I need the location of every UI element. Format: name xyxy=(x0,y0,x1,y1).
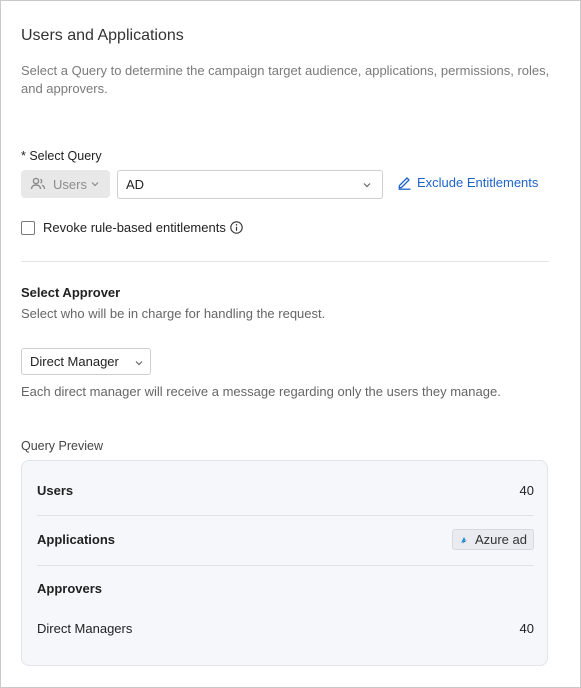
azure-logo-icon xyxy=(459,535,469,545)
users-applications-panel: Users and Applications Select a Query to… xyxy=(0,0,581,688)
preview-direct-managers-count: 40 xyxy=(519,621,534,636)
select-query-label: * Select Query xyxy=(21,149,102,163)
query-type-value: Users xyxy=(53,176,87,192)
query-select[interactable]: AD xyxy=(117,170,383,199)
application-chip-label: Azure ad xyxy=(474,532,527,547)
users-icon xyxy=(30,176,46,192)
info-icon[interactable] xyxy=(230,221,243,234)
exclude-entitlements-link[interactable]: Exclude Entitlements xyxy=(397,175,538,190)
preview-direct-managers-label: Direct Managers xyxy=(37,621,133,636)
section-divider xyxy=(21,261,549,262)
revoke-entitlements-label: Revoke rule-based entitlements xyxy=(43,220,226,235)
pencil-icon xyxy=(397,175,412,190)
select-approver-heading: Select Approver xyxy=(21,285,121,300)
chevron-down-icon xyxy=(90,179,100,189)
preview-users-label: Users xyxy=(37,483,74,498)
query-type-select[interactable]: Users xyxy=(21,170,110,198)
preview-applications-label: Applications xyxy=(37,532,116,547)
application-chip[interactable]: Azure ad xyxy=(451,529,534,550)
preview-row-applications: Applications Azure ad xyxy=(37,529,534,550)
preview-row-users: Users 40 xyxy=(37,483,534,498)
exclude-entitlements-label: Exclude Entitlements xyxy=(417,175,539,190)
revoke-entitlements-row: Revoke rule-based entitlements xyxy=(21,220,243,235)
preview-divider xyxy=(37,515,534,516)
select-approver-description: Select who will be in charge for handlin… xyxy=(21,306,326,321)
page-title: Users and Applications xyxy=(21,27,184,44)
query-preview-label: Query Preview xyxy=(21,439,103,453)
approver-select[interactable]: Direct Manager xyxy=(21,348,151,375)
preview-row-approvers: Approvers xyxy=(37,581,534,596)
chevron-down-icon xyxy=(134,358,144,368)
chevron-down-icon xyxy=(362,180,372,190)
page-subtitle: Select a Query to determine the campaign… xyxy=(21,63,550,96)
preview-divider xyxy=(37,565,534,566)
preview-row-direct-managers: Direct Managers 40 xyxy=(37,621,534,636)
approver-select-value: Direct Manager xyxy=(30,354,119,369)
query-preview-box: Users 40 Applications Azure ad Approvers… xyxy=(21,460,548,666)
approver-note: Each direct manager will receive a messa… xyxy=(21,384,501,399)
preview-approvers-label: Approvers xyxy=(37,581,103,596)
preview-users-count: 40 xyxy=(519,483,534,498)
revoke-entitlements-checkbox[interactable] xyxy=(21,220,35,235)
query-select-value: AD xyxy=(126,177,145,192)
